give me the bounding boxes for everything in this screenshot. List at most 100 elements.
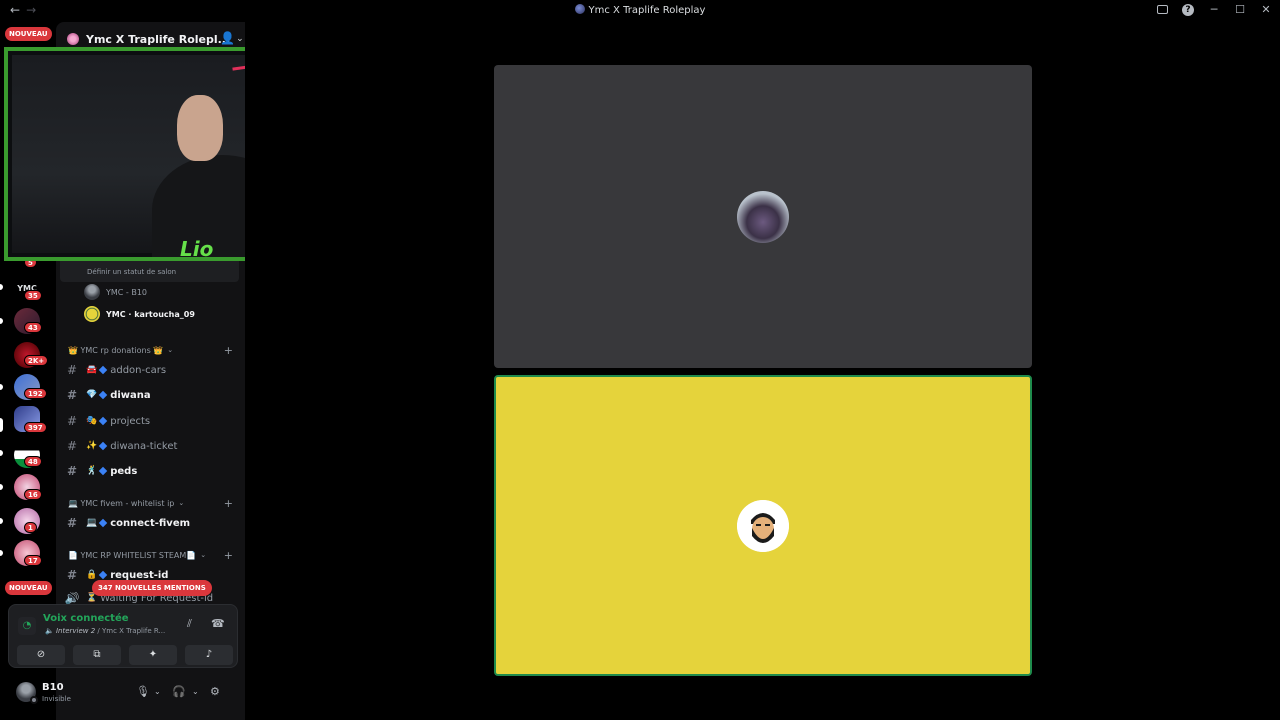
channel-peds[interactable]: # 🕺 peds: [64, 461, 239, 481]
category-whitelist-steam[interactable]: 📄 YMC RP WHITELIST STEAM📄 ⌄ +: [68, 548, 233, 562]
active-pill: [0, 418, 3, 432]
voice-connected-label[interactable]: Voix connectée: [43, 613, 129, 624]
user-panel: B10 Invisible 🎙 ⌄ 🎧 ⌄ ⚙: [8, 676, 238, 710]
channel-label: diwana-ticket: [110, 440, 178, 452]
voice-action-row: ⊘ ⧉ ✦ ♪: [17, 645, 233, 665]
cam-logo-text: Lio: [180, 237, 214, 261]
disconnect-icon[interactable]: ☎: [211, 617, 225, 630]
voice-stage: [245, 22, 1280, 720]
new-mentions-badge[interactable]: 347 NOUVELLES MENTIONS: [92, 580, 212, 596]
create-channel-icon[interactable]: +: [224, 344, 233, 357]
invisible-status-icon: [30, 696, 38, 704]
voice-user-name: YMC · kartoucha_09: [106, 309, 195, 319]
server-name: Ymc X Traplife Rolepl...: [86, 32, 231, 46]
new-unread-badge[interactable]: NOUVEAU: [5, 581, 52, 595]
discord-window: ← → Ymc X Traplife Roleplay ? ─ ☐ ✕ NOUV…: [0, 0, 1280, 720]
channel-connect-fivem[interactable]: # 💻 connect-fivem: [64, 513, 239, 533]
inbox-icon[interactable]: [1157, 5, 1168, 14]
activities-icon[interactable]: ✦: [129, 645, 177, 665]
avatar: [84, 284, 100, 300]
diamond-icon: [98, 365, 108, 375]
channel-label: request-id: [110, 569, 169, 581]
channel-emoji: 🕺: [86, 466, 98, 476]
camera-off-icon[interactable]: ⊘: [17, 645, 65, 665]
chevron-down-icon: ⌄: [236, 34, 244, 44]
diamond-icon: [98, 466, 108, 476]
category-label: 📄 YMC RP WHITELIST STEAM📄: [68, 550, 197, 560]
category-fivem[interactable]: 💻 YMC fivem - whitelist ip ⌄ +: [68, 496, 233, 510]
channel-label: connect-fivem: [110, 517, 191, 529]
server-mention-count: 17: [24, 555, 42, 566]
avatar[interactable]: [16, 682, 38, 704]
voice-connection-panel: ◔ Voix connectée 🔈 Interview 2 / Ymc X T…: [8, 604, 238, 668]
soundboard-icon[interactable]: ♪: [185, 645, 233, 665]
new-unread-badge[interactable]: NOUVEAU: [5, 27, 52, 41]
hash-icon: #: [66, 516, 78, 530]
voice-user[interactable]: YMC - B10: [84, 283, 147, 301]
voice-user-name: YMC - B10: [106, 287, 148, 297]
channel-diwana-ticket[interactable]: # ✨ diwana-ticket: [64, 436, 239, 456]
channel-emoji: ✨: [86, 441, 98, 451]
gear-icon[interactable]: ⚙: [210, 685, 220, 698]
noise-suppression-icon[interactable]: ⫽: [187, 617, 192, 631]
participant-tile[interactable]: [494, 65, 1032, 368]
diamond-icon: [98, 390, 108, 400]
chevron-down-icon[interactable]: ⌄: [192, 687, 199, 696]
channel-diwana[interactable]: # 💎 diwana: [64, 385, 239, 405]
close-icon[interactable]: ✕: [1260, 3, 1272, 16]
participant-avatar: [737, 190, 789, 243]
headphones-icon[interactable]: 🎧: [172, 685, 186, 698]
signal-icon[interactable]: ◔: [18, 617, 36, 635]
server-mention-count: 16: [24, 489, 42, 500]
chevron-down-icon: ⌄: [200, 551, 207, 559]
participant-tile-speaking[interactable]: [494, 375, 1032, 676]
channel-emoji: 💎: [86, 390, 98, 400]
channel-projects[interactable]: # 🎭 projects: [64, 411, 239, 431]
chevron-down-icon: ⌄: [167, 346, 174, 354]
username[interactable]: B10: [42, 682, 64, 693]
bearded-man-icon: [737, 499, 789, 552]
channel-addon-cars[interactable]: # 🚘 addon-cars: [64, 360, 239, 380]
diamond-icon: [98, 518, 108, 528]
speaker-icon: 🔊: [64, 592, 80, 604]
channel-label: addon-cars: [110, 364, 167, 376]
chevron-down-icon[interactable]: ⌄: [154, 687, 161, 696]
channel-emoji: 🎭: [86, 416, 98, 426]
server-mention-count: 2K+: [24, 355, 49, 366]
server-icon: [574, 4, 585, 14]
add-member-icon[interactable]: 👤: [220, 31, 235, 45]
maximize-icon[interactable]: ☐: [1234, 3, 1246, 16]
server-mention-count: 43: [24, 322, 42, 333]
window-controls: ? ─ ☐ ✕: [1157, 3, 1272, 16]
set-channel-status[interactable]: Définir un statut de salon: [87, 268, 176, 276]
category-donations[interactable]: 👑 YMC rp donations 👑 ⌄ +: [68, 343, 233, 357]
channel-emoji: 🚘: [86, 365, 98, 375]
channel-label: diwana: [110, 389, 151, 401]
participant-avatar: [737, 499, 789, 552]
server-mention-count: 35: [24, 290, 42, 301]
create-channel-icon[interactable]: +: [224, 549, 233, 562]
server-flower-icon: [67, 33, 79, 45]
chevron-down-icon: ⌄: [178, 499, 185, 507]
hash-icon: #: [66, 388, 78, 402]
diamond-icon: [98, 416, 108, 426]
voice-channel-path[interactable]: 🔈 Interview 2 / Ymc X Traplife R...: [45, 627, 165, 635]
title-bar: ← → Ymc X Traplife Roleplay ? ─ ☐ ✕: [0, 0, 1280, 22]
channel-label: peds: [110, 465, 138, 477]
voice-user[interactable]: YMC · kartoucha_09: [84, 305, 195, 323]
server-mention-count: 48: [24, 456, 42, 467]
unread-pill: [0, 484, 3, 490]
avatar: [84, 306, 100, 322]
minimize-icon[interactable]: ─: [1208, 3, 1220, 16]
help-icon[interactable]: ?: [1182, 3, 1194, 16]
diamond-icon: [98, 441, 108, 451]
voice-channel-name: Interview 2: [55, 627, 96, 635]
server-mention-count: 397: [24, 422, 47, 433]
unread-pill: [0, 284, 3, 290]
microphone-icon[interactable]: 🎙: [136, 685, 150, 698]
hash-icon: #: [66, 568, 78, 582]
streamer-face: [177, 95, 223, 161]
hash-icon: #: [66, 439, 78, 453]
create-channel-icon[interactable]: +: [224, 497, 233, 510]
screen-share-icon[interactable]: ⧉: [73, 645, 121, 665]
